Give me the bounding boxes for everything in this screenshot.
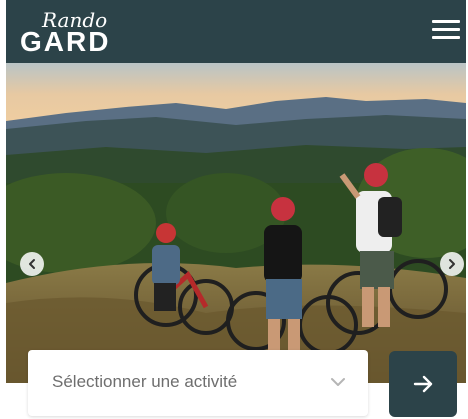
carousel-prev-button[interactable] [20, 252, 44, 276]
activity-select-label: Sélectionner une activité [52, 372, 238, 391]
chevron-down-icon [331, 378, 345, 386]
logo-main-text: GARD [20, 26, 111, 57]
chevron-right-icon [449, 259, 455, 269]
hero-photo-mountain-biking [6, 63, 466, 383]
page-frame: Rando GARD Sélectionner une activité [6, 0, 466, 419]
search-submit-button[interactable] [389, 351, 457, 417]
site-header: Rando GARD [6, 0, 466, 63]
carousel-next-button[interactable] [440, 252, 464, 276]
activity-select[interactable]: Sélectionner une activité [28, 350, 368, 416]
rando-gard-logo[interactable]: Rando GARD [20, 6, 130, 58]
hamburger-menu-icon[interactable] [432, 20, 460, 42]
chevron-left-icon [29, 259, 35, 269]
hero-carousel [6, 63, 466, 383]
arrow-right-icon [413, 375, 433, 393]
